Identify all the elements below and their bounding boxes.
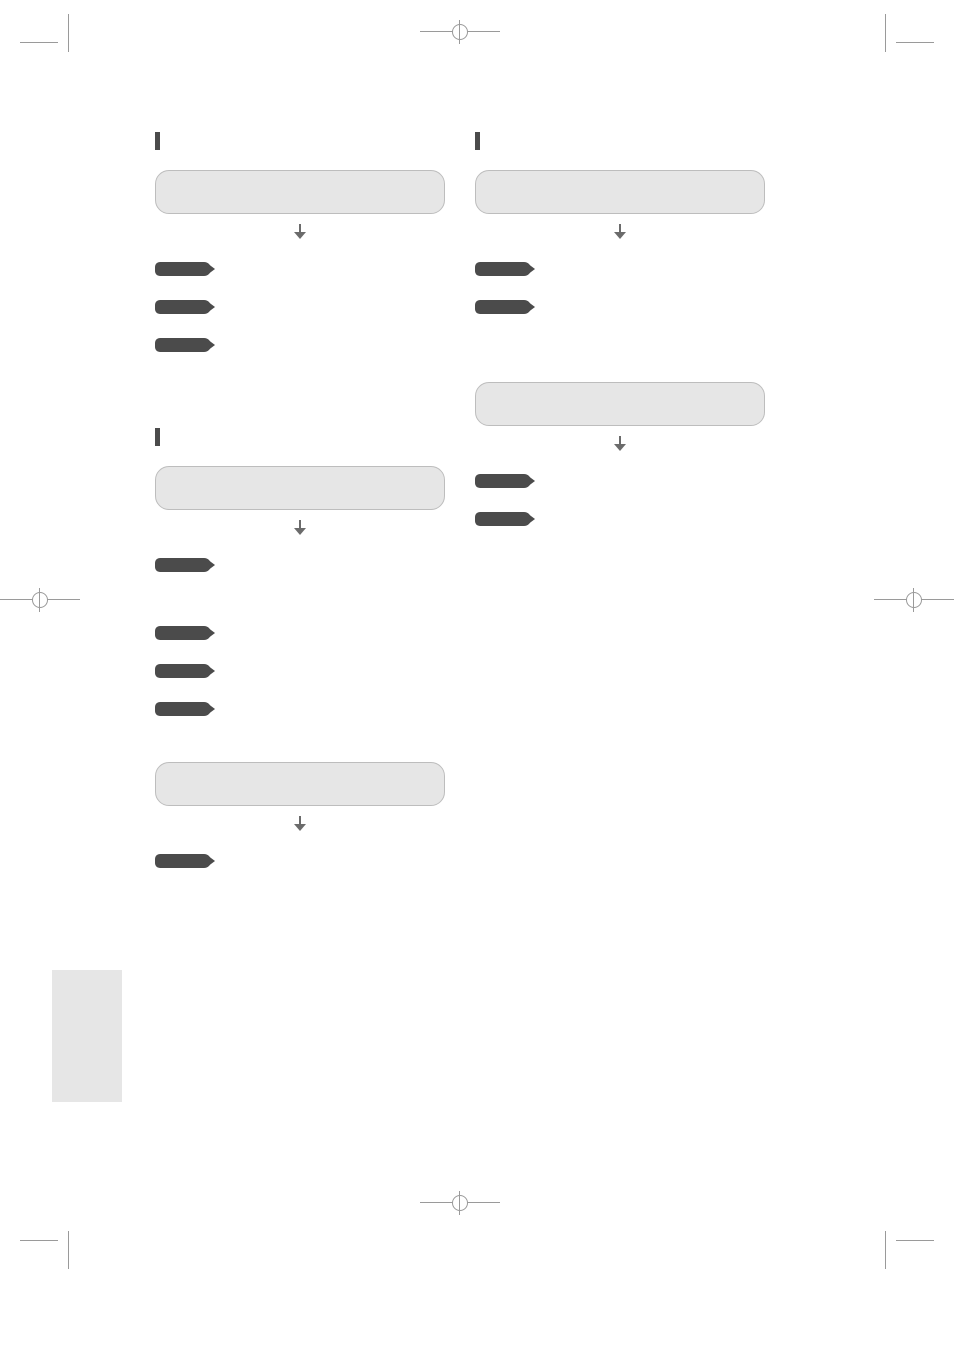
registration-mark-top — [420, 22, 500, 42]
bullet-tag-icon — [155, 664, 211, 678]
bullet-tag-icon — [155, 338, 211, 352]
procedure-block — [475, 170, 765, 330]
down-arrow-icon — [608, 220, 632, 244]
page-edge-tab — [52, 970, 122, 1102]
bullet-item — [475, 254, 765, 284]
bullet-item — [155, 292, 445, 322]
bullet-item — [155, 550, 445, 580]
procedure-block — [155, 466, 445, 732]
bullet-item — [155, 846, 445, 876]
bullet-tag-icon — [475, 474, 531, 488]
registration-mark-right — [874, 590, 954, 610]
bullet-item — [475, 504, 765, 534]
down-arrow-icon — [288, 812, 312, 836]
heading-bar-icon — [155, 428, 160, 446]
registration-mark-left — [0, 590, 80, 610]
step-pill — [155, 762, 445, 806]
bullet-item — [475, 466, 765, 496]
step-pill — [475, 382, 765, 426]
bullet-item — [155, 656, 445, 686]
bullet-tag-icon — [155, 702, 211, 716]
bullet-item — [155, 694, 445, 724]
section-heading — [155, 428, 445, 446]
procedure-block — [475, 382, 765, 542]
procedure-block — [155, 762, 445, 884]
step-pill — [155, 466, 445, 510]
bullet-tag-icon — [155, 626, 211, 640]
bullet-item — [155, 254, 445, 284]
down-arrow-icon — [288, 220, 312, 244]
left-column — [155, 132, 445, 914]
bullet-tag-icon — [155, 854, 211, 868]
heading-bar-icon — [155, 132, 160, 150]
heading-bar-icon — [475, 132, 480, 150]
bullet-tag-icon — [475, 262, 531, 276]
section-heading — [155, 132, 445, 150]
bullet-item — [155, 330, 445, 360]
bullet-tag-icon — [475, 512, 531, 526]
bullet-item — [155, 618, 445, 648]
procedure-block — [155, 170, 445, 368]
section-heading — [475, 132, 765, 150]
registration-mark-bottom — [420, 1193, 500, 1213]
bullet-tag-icon — [155, 262, 211, 276]
bullet-tag-icon — [155, 300, 211, 314]
step-pill — [155, 170, 445, 214]
bullet-item — [475, 292, 765, 322]
step-pill — [475, 170, 765, 214]
down-arrow-icon — [608, 432, 632, 456]
right-column — [475, 132, 765, 914]
bullet-tag-icon — [475, 300, 531, 314]
bullet-tag-icon — [155, 558, 211, 572]
down-arrow-icon — [288, 516, 312, 540]
